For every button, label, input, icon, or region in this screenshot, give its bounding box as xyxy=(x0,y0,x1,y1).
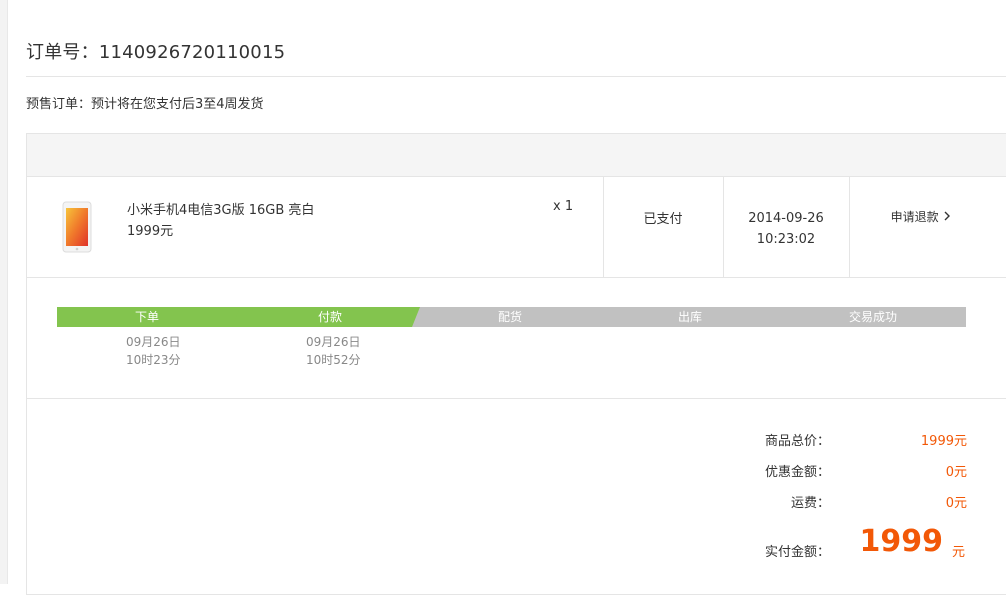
product-quantity: x 1 xyxy=(553,199,574,214)
column-divider xyxy=(603,177,604,277)
subtotal-label: 商品总价： xyxy=(764,434,830,449)
phone-thumbnail-icon[interactable] xyxy=(62,201,92,253)
step-payment-time: 09月26日 10时52分 xyxy=(306,333,361,369)
order-item-row: 小米手机4电信3G版 16GB 亮白 1999元 x 1 已支付 2014-09… xyxy=(27,177,1006,278)
left-scroll-strip xyxy=(0,0,8,584)
product-name[interactable]: 小米手机4电信3G版 16GB 亮白 xyxy=(127,199,314,218)
title-divider xyxy=(26,76,1006,77)
shipping-label: 运费： xyxy=(790,496,830,511)
product-price: 1999元 xyxy=(127,224,174,239)
presale-note: 预售订单：预计将在您支付后3至4周发货 xyxy=(26,97,264,112)
subtotal-value: 1999元 xyxy=(920,434,967,449)
section-divider xyxy=(27,398,1006,399)
order-number-label: 订单号： xyxy=(26,42,99,63)
order-number-title: 订单号：1140926720110015 xyxy=(26,38,285,64)
order-progress-bar: 下单 付款 配货 出库 交易成功 xyxy=(57,307,966,327)
payment-status: 已支付 xyxy=(643,212,683,227)
refund-request-label: 申请退款 xyxy=(890,210,939,224)
progress-step-label: 交易成功 xyxy=(848,310,897,324)
order-timestamp: 2014-09-26 10:23:02 xyxy=(723,208,849,250)
order-detail-box: 小米手机4电信3G版 16GB 亮白 1999元 x 1 已支付 2014-09… xyxy=(26,133,1006,595)
discount-value: 0元 xyxy=(945,465,967,480)
progress-step-label: 出库 xyxy=(677,310,702,324)
progress-step-label: 下单 xyxy=(134,310,159,324)
chevron-right-icon xyxy=(944,211,951,221)
paid-amount-label: 实付金额： xyxy=(764,545,830,560)
discount-label: 优惠金额： xyxy=(764,465,830,480)
shipping-value: 0元 xyxy=(945,496,967,511)
step-time: 10时23分 xyxy=(126,353,181,367)
progress-step-label: 付款 xyxy=(317,310,342,324)
refund-request-link[interactable]: 申请退款 xyxy=(849,208,993,225)
order-time: 10:23:02 xyxy=(756,232,816,247)
order-date: 2014-09-26 xyxy=(748,211,824,226)
paid-amount-value: 1999 xyxy=(859,524,944,559)
paid-amount-unit: 元 xyxy=(952,545,966,560)
order-box-header xyxy=(27,134,1006,177)
progress-step-label: 配货 xyxy=(497,310,522,324)
column-divider xyxy=(849,177,850,277)
step-date: 09月26日 xyxy=(306,335,361,349)
step-order-time: 09月26日 10时23分 xyxy=(126,333,181,369)
order-number-value: 1140926720110015 xyxy=(98,42,286,63)
step-time: 10时52分 xyxy=(306,353,361,367)
step-date: 09月26日 xyxy=(126,335,181,349)
